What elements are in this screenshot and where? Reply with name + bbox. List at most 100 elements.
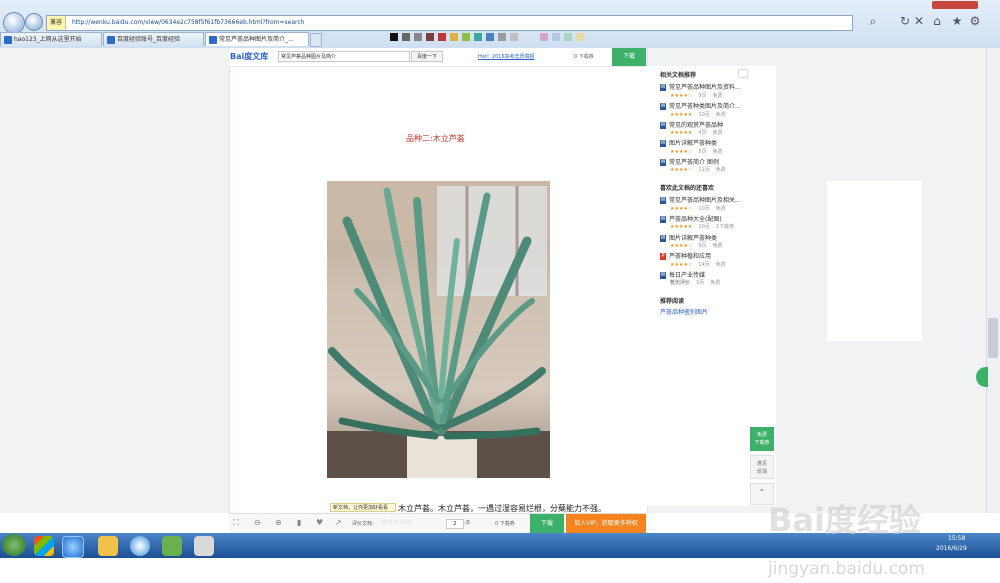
toolbar-points-label: 0 下载券 [495,521,515,527]
collapse-icon[interactable] [738,69,748,78]
related-item-meta: ★★★★☆ 11页 免费 [670,167,726,173]
hot-link[interactable]: Hot！2016高考志愿填报 [478,53,535,60]
related-item-meta: ★★★★★ 10页 免费 [670,112,726,118]
also-item[interactable]: W 图片详解芦荟种类 [660,233,770,242]
back-icon[interactable]: ‹ [3,12,25,34]
bookmark-icon[interactable]: ▮ [297,518,301,527]
word-icon: W [660,197,666,204]
points-label: 0 下载券 [574,54,594,60]
recommend-link[interactable]: 芦荟品种鉴别图片 [660,307,708,316]
related-docs-title: 相关文档推荐 [660,72,697,79]
related-item[interactable]: W 图片详解芦荟种类 [660,138,770,147]
aloe-photo [327,181,550,478]
also-item[interactable]: W 芦荟品种大全(配图) [660,214,770,223]
pdf-icon: P [660,253,666,260]
folder-icon[interactable] [98,536,118,556]
related-item[interactable]: W 常见芦荟简介 图例 [660,157,770,166]
chat-icon[interactable] [162,536,182,556]
ad-panel [827,181,922,341]
color-swatch [402,33,410,41]
related-item-meta: ★★★★★ 4页 免费 [670,130,723,136]
zoom-out-icon[interactable]: ⊖ [254,518,261,527]
also-item[interactable]: W 常见芦荟品种图片及相关... [660,195,770,204]
color-swatch [474,33,482,41]
tooltip: 新文档，让你更加好看看 [330,503,396,512]
scrollbar-thumb[interactable] [988,318,998,358]
word-icon: W [660,122,666,129]
aloe-illustration [327,181,550,478]
color-swatch [414,33,422,41]
color-swatch [450,33,458,41]
stop-icon[interactable]: ✕ [912,14,926,28]
word-icon: W [660,235,666,242]
color-swatch [462,33,470,41]
tool-icon[interactable] [194,536,214,556]
rate-label: 评价文档： [352,521,378,527]
vip-button[interactable]: 加入VIP，获取更多特权 [566,514,646,533]
word-icon: W [660,216,666,223]
tab-hao123[interactable]: hao123_上网从这里开始 [0,32,102,46]
color-swatch [564,33,572,41]
baidu-jingyan-watermark: Bai度经验 [768,501,921,539]
also-liked-title: 喜欢此文档的还喜欢 [660,185,715,192]
media-icon[interactable] [130,536,150,556]
favorite-heart-icon[interactable]: ♥ [316,518,323,527]
also-item-meta: ★★★★☆ 14页 免费 [670,262,726,268]
start-button[interactable] [2,534,26,556]
feedback-button[interactable]: 意见 反馈 [750,455,774,479]
favorites-icon[interactable]: ★ [950,14,964,28]
search-icon[interactable]: ⌕ [866,14,880,29]
related-item[interactable]: W 常见芦荟品种图片及资料... [660,82,770,91]
also-item-meta: ★★★★★ 20页 1下载券 [670,224,734,230]
tab-jingyan[interactable]: 百度经验账号_百度经验 [103,32,204,46]
forward-icon[interactable]: › [25,13,43,31]
toolbar-download-button[interactable]: 下载 [530,514,564,533]
color-swatch [390,33,398,41]
also-item[interactable]: P 芦荟种植和应用 [660,251,770,260]
address-bar[interactable]: 兼容 http://wenku.baidu.com/view/0634e2c75… [46,15,853,31]
vertical-scrollbar[interactable] [986,48,1000,513]
page-total: /8 [465,520,470,526]
zoom-in-icon[interactable]: ⊕ [275,518,282,527]
color-swatch [426,33,434,41]
word-icon: W [660,140,666,147]
url-text: http://wenku.baidu.com/view/0634e2c758f5… [71,19,305,26]
home-icon[interactable]: ⌂ [930,14,944,28]
window-close-button[interactable] [932,1,978,9]
word-icon: W [660,272,666,279]
color-swatch [510,33,518,41]
wenku-logo[interactable]: Bai度文库 [230,51,268,62]
tab-favicon [107,36,115,44]
related-item[interactable]: W 常见的观赏芦荟品种 [660,120,770,129]
search-button[interactable]: 百度一下 [411,51,443,62]
word-icon: W [660,103,666,110]
color-swatch [576,33,584,41]
page-number-input[interactable]: 2 [446,519,464,529]
related-item[interactable]: W 常见芦荟种类图片及简介... [660,101,770,110]
also-item-meta: 暂无评价 3页 免费 [670,280,721,286]
word-icon: W [660,84,666,91]
free-points-button[interactable]: 免费 下载券 [750,427,774,451]
new-tab-button[interactable] [310,33,322,47]
share-icon[interactable]: ↗ [335,518,342,527]
color-swatch [498,33,506,41]
color-swatch [486,33,494,41]
compat-mode-label[interactable]: 兼容 [47,16,67,30]
also-item-meta: ★★★★☆ 9页 免费 [670,243,723,249]
ie-icon[interactable] [62,536,84,558]
color-swatch [540,33,548,41]
settings-gear-icon[interactable]: ⚙ [968,14,982,28]
watermark-url: jingyan.baidu.com [768,559,925,579]
also-item-meta: ★★★★☆ 10页 免费 [670,206,726,212]
related-item-meta: ★★★★☆ 9页 免费 [670,93,723,99]
also-item[interactable]: W 每日产业传媒 [660,270,770,279]
download-button[interactable]: 下载 [612,48,646,66]
search-input[interactable]: 常见芦荟品种图片及简介 [278,51,410,62]
rating-stars[interactable]: ☆☆☆☆☆ [381,518,412,526]
tab-wenku-active[interactable]: 常见芦荟品种图片及简介_... [205,32,309,46]
refresh-icon[interactable]: ↻ [898,14,912,28]
tab-favicon [4,36,12,44]
windows-icon[interactable] [34,536,54,556]
fullscreen-icon[interactable]: ⛶ [233,518,239,528]
word-icon: W [660,159,666,166]
